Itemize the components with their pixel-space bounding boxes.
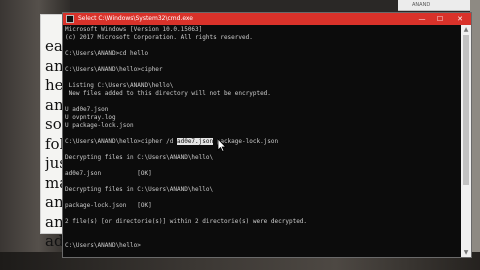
console-line: 2 file(s) [or directorie(s)] within 2 di… [65,218,308,225]
console-line: C:\Users\ANAND\hello>cipher /d ad0e7.jso… [65,138,279,145]
console-line: Listing C:\Users\ANAND\hello\ [65,82,174,89]
background-window-label: ANAND [412,2,431,8]
console-line: package-lock.json [OK] [65,202,152,209]
command-prompt-window[interactable]: Select C:\Windows\System32\cmd.exe — ☐ ✕… [62,12,472,258]
scroll-up-arrow-icon[interactable]: ▲ [461,25,471,34]
console-line: ad0e7.json [OK] [65,170,152,177]
scroll-down-arrow-icon[interactable]: ▼ [461,248,471,257]
console-line: U ovpntray.log [65,114,116,121]
console-line: (c) 2017 Microsoft Corporation. All righ… [65,34,253,41]
vertical-scrollbar[interactable]: ▲ ▼ [461,25,471,257]
cmd-icon [66,15,74,23]
minimize-button[interactable]: — [415,13,429,25]
console-line: Decrypting files in C:\Users\ANAND\hello… [65,154,214,161]
console-line: C:\Users\ANAND>cd hello [65,50,149,57]
selected-text[interactable]: ad0e7.json [176,138,214,145]
mouse-pointer-icon [217,138,227,152]
console-line: C:\Users\ANAND\hello> [65,242,141,249]
window-titlebar[interactable]: Select C:\Windows\System32\cmd.exe — ☐ ✕ [63,13,471,25]
console-line: U package-lock.json [65,122,134,129]
console-line: Decrypting files in C:\Users\ANAND\hello… [65,186,214,193]
console-line: Microsoft Windows [Version 10.0.15063] [65,26,203,33]
maximize-button[interactable]: ☐ [433,13,447,25]
console-line: U ad0e7.json [65,106,109,113]
close-button[interactable]: ✕ [453,13,467,25]
window-title: Select C:\Windows\System32\cmd.exe [78,15,193,22]
background-explorer-window[interactable]: ANAND [398,0,470,11]
scrollbar-thumb[interactable] [463,35,469,185]
console-line: New files added to this directory will n… [65,90,271,97]
console-line: C:\Users\ANAND\hello>cipher [65,66,163,73]
console-output[interactable]: Microsoft Windows [Version 10.0.15063] (c… [65,26,457,255]
